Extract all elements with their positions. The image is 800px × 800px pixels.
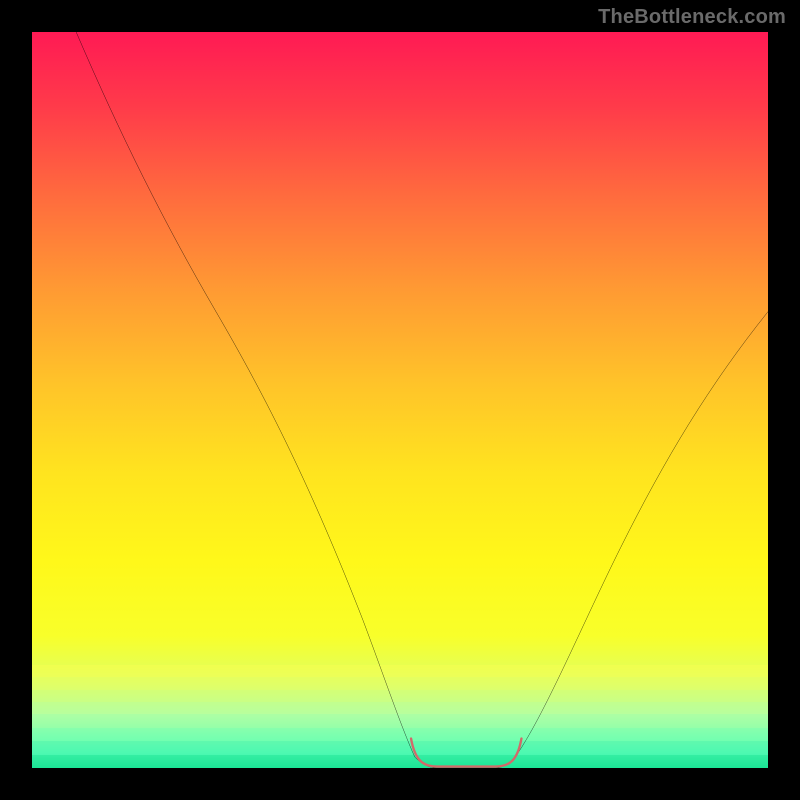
plot-area — [32, 32, 768, 768]
bottleneck-curve-path — [76, 32, 768, 768]
chart-frame: TheBottleneck.com — [0, 0, 800, 800]
watermark-text: TheBottleneck.com — [598, 6, 786, 29]
curve-layer — [32, 32, 768, 768]
optimal-range-marker-path — [411, 739, 521, 767]
